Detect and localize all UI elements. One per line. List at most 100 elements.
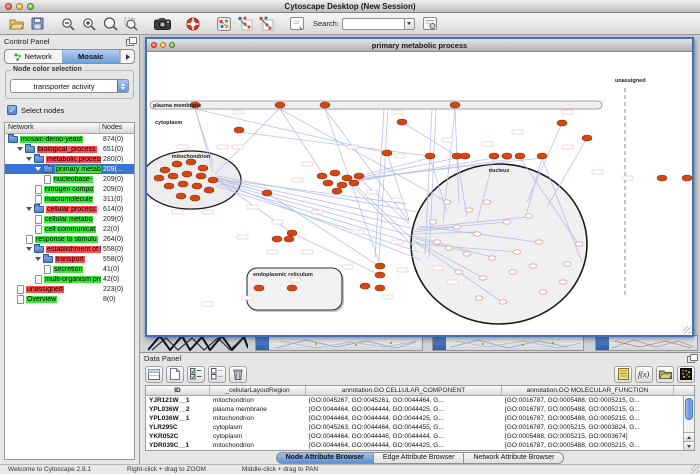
nucleus-mini-node[interactable] (429, 220, 437, 224)
tree-item-unassigned[interactable]: unassigned223(0) (5, 284, 134, 294)
table-row[interactable]: YKR052Ccytoplasm[GO:0044464, GO:0044446,… (146, 432, 694, 441)
network-node[interactable] (582, 135, 592, 141)
nucleus-mini-node[interactable] (433, 240, 441, 244)
network-edge[interactable] (217, 180, 411, 228)
network-edge[interactable] (216, 186, 419, 252)
tree-item-transport[interactable]: transport558(0) (5, 254, 134, 264)
nucleus-mini-node[interactable] (479, 276, 487, 280)
float-data-panel-icon[interactable] (687, 354, 696, 362)
search-input[interactable] (342, 18, 404, 30)
network-node[interactable] (425, 153, 435, 159)
close-view-button[interactable] (151, 42, 157, 48)
network-node[interactable] (182, 171, 192, 177)
zoom-out-icon[interactable] (59, 15, 77, 33)
network-node[interactable] (557, 120, 567, 126)
save-icon[interactable] (28, 15, 46, 33)
network-view-titlebar[interactable]: primary metabolic process (147, 39, 692, 52)
network-node[interactable] (375, 285, 385, 291)
network-edge[interactable] (217, 181, 421, 260)
network-node[interactable] (502, 153, 512, 159)
nucleus-mini-node[interactable] (455, 270, 463, 274)
tree-item-nucleobase-[interactable]: nucleobase-209(0) (5, 174, 134, 184)
network-edge[interactable] (280, 109, 447, 202)
window-titlebar[interactable]: Cytoscape Desktop (New Session) (0, 0, 700, 13)
nucleus-mini-node[interactable] (509, 270, 517, 274)
network-node[interactable] (360, 283, 370, 289)
nucleus-mini-node[interactable] (483, 200, 491, 204)
nucleus-mini-node[interactable] (525, 214, 533, 218)
delete-attribute-icon[interactable] (229, 366, 247, 383)
network-node[interactable] (176, 193, 186, 199)
network-node[interactable] (537, 153, 547, 159)
nucleus-mini-node[interactable] (443, 200, 451, 204)
nucleus-mini-node[interactable] (475, 296, 483, 300)
node-color-dropdown[interactable]: transporter activity (10, 79, 129, 93)
tab-mosaic[interactable]: Mosaic (62, 50, 121, 63)
tree-item-cellular-metabo[interactable]: cellular metabo209(0) (5, 214, 134, 224)
nucleus-mini-node[interactable] (575, 242, 583, 246)
network-node[interactable] (375, 272, 385, 278)
tree-item-macromolecule[interactable]: macromolecule311(0) (5, 194, 134, 204)
expand-arrow-icon[interactable] (26, 207, 32, 211)
network-node[interactable] (349, 180, 359, 186)
expand-arrow-icon[interactable] (35, 167, 41, 171)
tree-column-nodes[interactable]: Nodes (100, 123, 134, 133)
expand-arrow-icon[interactable] (35, 257, 41, 261)
network-node[interactable] (272, 236, 282, 242)
import-icon[interactable] (656, 366, 674, 383)
zoom-fit-icon[interactable] (101, 15, 119, 33)
network-node[interactable] (284, 236, 294, 242)
network-node[interactable] (397, 119, 407, 125)
nucleus-mini-node[interactable] (453, 225, 461, 229)
network-node[interactable] (330, 170, 340, 176)
zoom-window-button[interactable] (27, 3, 34, 10)
window-resize-grip[interactable] (683, 326, 691, 334)
network-node[interactable] (342, 175, 352, 181)
tree-item-multi-organism-pro[interactable]: multi-organism pro42(0) (5, 274, 134, 284)
network-node[interactable] (198, 165, 208, 171)
formula-icon[interactable]: f(x) (635, 366, 653, 383)
help-icon[interactable] (184, 15, 202, 33)
tree-item-primary-metabol[interactable]: primary metabol209(... (5, 164, 134, 174)
open-icon[interactable] (7, 15, 25, 33)
network-edge[interactable] (267, 193, 379, 266)
tab-node-attribute-browser[interactable]: Node Attribute Browser (276, 452, 374, 464)
notes-icon[interactable] (614, 366, 632, 383)
zoom-in-icon[interactable] (80, 15, 98, 33)
nucleus-mini-node[interactable] (559, 280, 567, 284)
network-node[interactable] (337, 182, 347, 188)
nucleus-mini-node[interactable] (445, 246, 453, 250)
table-scrollbar[interactable] (683, 396, 694, 450)
nucleus-mini-node[interactable] (465, 208, 473, 212)
hide-selected-icon[interactable] (236, 15, 254, 33)
network-node[interactable] (208, 177, 218, 183)
scrollbar-thumb[interactable] (685, 398, 693, 420)
table-row[interactable]: YLR295Ccytoplasm[GO:0045263, GO:0044464,… (146, 423, 694, 432)
network-node[interactable] (682, 175, 692, 181)
network-edge[interactable] (215, 108, 280, 174)
background-window[interactable] (255, 335, 423, 351)
network-edge[interactable] (347, 180, 413, 246)
network-node[interactable] (489, 153, 499, 159)
tree-item-nitrogen-compo[interactable]: nitrogen compo209(0) (5, 184, 134, 194)
zoom-view-button[interactable] (169, 42, 175, 48)
network-node[interactable] (178, 181, 188, 187)
nucleus-mini-node[interactable] (488, 256, 496, 260)
tree-item-biological-process[interactable]: biological_process651(0) (5, 144, 134, 154)
nucleus-mini-node[interactable] (535, 240, 543, 244)
tree-item-cell-communicat[interactable]: cell communicat22(0) (5, 224, 134, 234)
network-node[interactable] (287, 230, 297, 236)
search-options-icon[interactable] (421, 15, 439, 33)
network-node[interactable] (317, 173, 327, 179)
network-node[interactable] (287, 285, 297, 291)
more-tabs-button[interactable] (120, 50, 134, 63)
network-node[interactable] (168, 173, 178, 179)
expand-arrow-icon[interactable] (26, 247, 32, 251)
matrix-icon[interactable] (677, 366, 695, 383)
table-row[interactable]: YPL036W__1mitochondrion[GO:0044464, GO:0… (146, 414, 694, 423)
nucleus-mini-node[interactable] (463, 252, 471, 256)
nucleus-mini-node[interactable] (503, 220, 511, 224)
close-window-button[interactable] (5, 3, 12, 10)
new-attribute-icon[interactable] (166, 366, 184, 383)
zoom-selected-region-icon[interactable] (122, 15, 140, 33)
